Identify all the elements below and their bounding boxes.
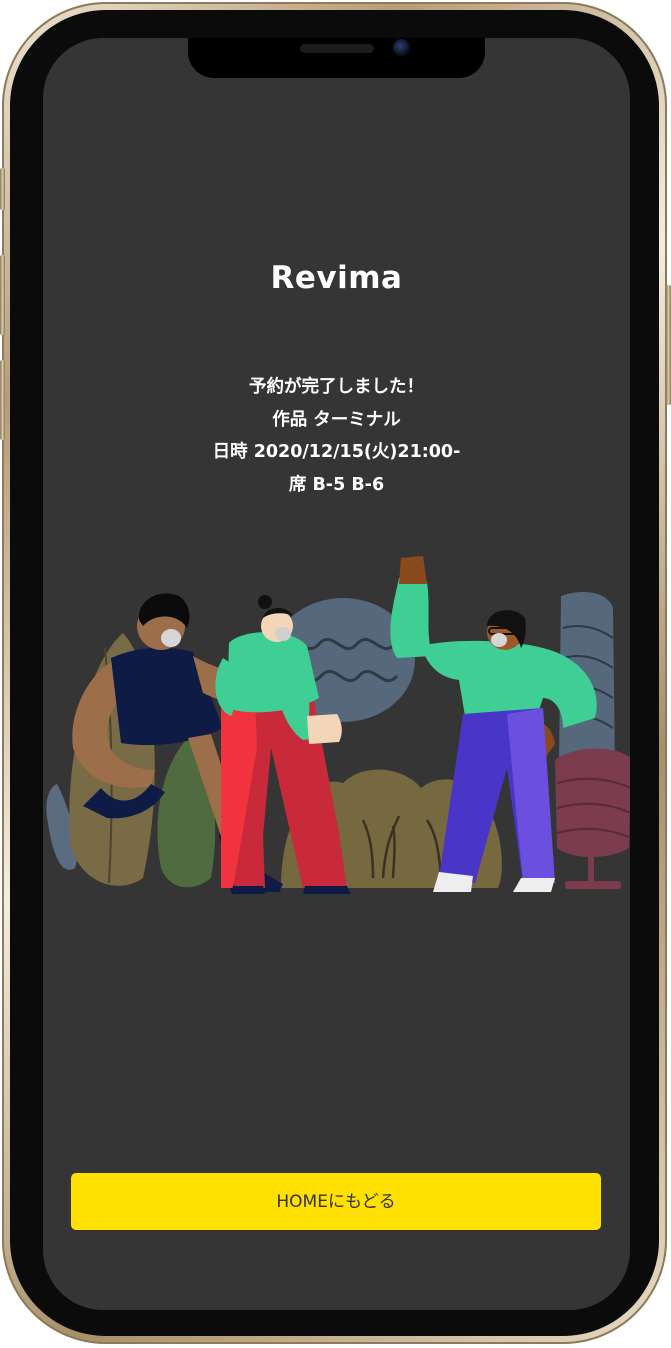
- speaker: [300, 44, 374, 53]
- front-camera: [393, 39, 411, 57]
- seat-numbers: 席 B-5 B-6: [288, 474, 385, 495]
- celebration-illustration: [46, 556, 630, 894]
- power-button: [666, 285, 671, 405]
- notch: [188, 38, 485, 78]
- app-title: Revima: [270, 260, 403, 296]
- mute-switch: [0, 168, 5, 210]
- volume-down-button: [0, 360, 5, 440]
- reservation-datetime: 日時 2020/12/15(火)21:00-: [212, 442, 461, 462]
- home-button[interactable]: HOMEにもどる: [71, 1173, 601, 1230]
- volume-up-button: [0, 255, 5, 335]
- reservation-info: 予約が完了しました！ 作品 ターミナル 日時 2020/12/15(火)21:0…: [43, 371, 630, 501]
- completion-message: 予約が完了しました！: [249, 377, 424, 397]
- work-title: 作品 ターミナル: [272, 409, 401, 430]
- screen: Revima 予約が完了しました！ 作品 ターミナル 日時 2020/12/15…: [43, 38, 630, 1310]
